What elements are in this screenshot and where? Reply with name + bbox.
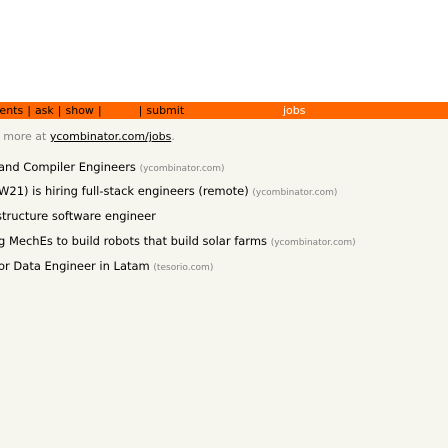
job-row: and Compiler Engineers (ycombinator.com)	[0, 160, 225, 174]
jobs-intro-text: e more at ycombinator.com/jobs.	[0, 130, 175, 143]
job-site-link[interactable]: (ycombinator.com)	[252, 188, 337, 198]
job-title-link[interactable]: or Data Engineer in Latam	[0, 259, 150, 273]
job-site-link[interactable]: (ycombinator.com)	[271, 238, 356, 248]
top-blank-area	[0, 0, 448, 102]
nav-link-show[interactable]: show	[66, 104, 94, 117]
job-row: structure software engineer	[0, 209, 156, 223]
nav-link-ask[interactable]: ask	[35, 104, 54, 117]
nav-link-comments[interactable]: mments	[0, 104, 23, 117]
jobs-more-link[interactable]: ycombinator.com/jobs	[50, 130, 172, 143]
nav-separator: |	[97, 104, 102, 117]
job-title-link[interactable]: structure software engineer	[0, 209, 156, 223]
job-title-link[interactable]: and Compiler Engineers	[0, 160, 136, 174]
nav-links: mments|ask|show||submit	[0, 104, 184, 117]
nav-separator: |	[27, 104, 31, 117]
nav-separator: |	[57, 104, 62, 117]
navbar: mments|ask|show||submit	[0, 102, 448, 119]
job-site-link[interactable]: (ycombinator.com)	[140, 164, 225, 174]
intro-prefix: e more at	[0, 130, 47, 143]
job-site-link[interactable]: (tesorio.com)	[153, 263, 213, 273]
hacker-news-jobs-page: mments|ask|show||submit jobs e more at y…	[0, 0, 448, 448]
job-title-link[interactable]: W21) is hiring full-stack engineers (rem…	[0, 184, 249, 198]
job-row: or Data Engineer in Latam (tesorio.com)	[0, 259, 213, 273]
nav-link-submit[interactable]: submit	[146, 104, 184, 117]
intro-suffix: .	[171, 130, 175, 143]
job-row: W21) is hiring full-stack engineers (rem…	[0, 184, 337, 198]
job-title-link[interactable]: g MechEs to build robots that build sola…	[0, 234, 267, 248]
nav-link-jobs[interactable]: jobs	[279, 103, 310, 118]
job-row: g MechEs to build robots that build sola…	[0, 234, 356, 248]
nav-separator: |	[138, 104, 143, 117]
